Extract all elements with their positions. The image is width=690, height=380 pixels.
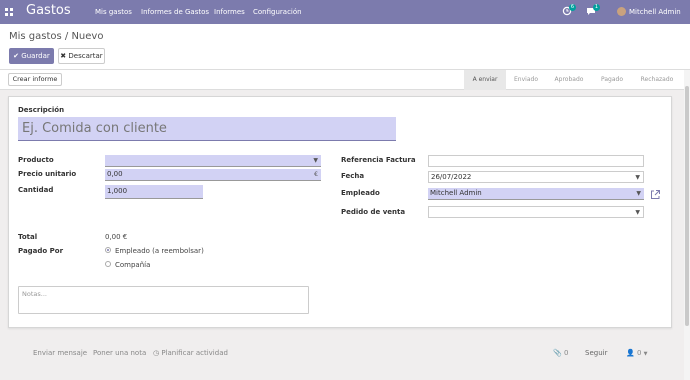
user-menu[interactable]: Mitchell Admin [629,8,681,16]
total-value: 0,00 € [105,233,128,241]
menu-my-expenses[interactable]: Mis gastos [95,8,132,16]
schedule-activity-button[interactable]: ◷ Planificar actividad [153,349,228,357]
check-icon: ✔ [13,52,20,60]
chevron-down-icon: ▼ [313,157,318,164]
quantity-input[interactable]: 1,000 [105,185,203,199]
paid-by-label: Pagado Por [18,247,64,255]
discard-button[interactable]: ✖ Descartar [58,48,105,64]
close-icon: ✖ [60,52,67,60]
save-button[interactable]: ✔ Guardar [9,48,54,64]
stage-approved: Aprobado [554,76,584,83]
employee-select[interactable]: Mitchell Admin ▼ [428,188,644,200]
radio-paid-by-company[interactable] [105,261,111,267]
messages-count-badge: 1 [592,4,600,11]
invoice-reference-input[interactable] [428,155,644,167]
save-label: Guardar [21,52,50,60]
menu-configuration[interactable]: Configuración [253,8,302,16]
date-input[interactable]: 26/07/2022 ▼ [428,171,644,183]
breadcrumb[interactable]: Mis gastos / Nuevo [9,31,103,42]
quantity-value: 1,000 [107,187,128,195]
stage-submitted: Enviado [514,76,538,83]
product-label: Producto [18,156,54,164]
user-avatar[interactable] [617,7,626,16]
followers-button[interactable]: 👤 0 ▼ [626,349,648,357]
description-input[interactable]: Ej. Comida con cliente [18,117,396,141]
apps-menu-icon[interactable] [5,8,13,16]
paid-by-company-label[interactable]: Compañía [115,261,150,269]
external-link-icon[interactable] [650,189,661,202]
schedule-activity-label: Planificar actividad [161,349,228,357]
chevron-down-icon: ▼ [635,174,640,181]
notes-placeholder: Notas... [22,290,47,298]
expense-form-sheet: Descripción Ej. Comida con cliente Produ… [8,96,672,328]
date-label: Fecha [341,172,365,180]
scrollbar-thumb[interactable] [685,86,689,326]
total-label: Total [18,233,38,241]
date-value: 26/07/2022 [431,173,472,181]
radio-paid-by-employee[interactable] [105,247,111,253]
follow-button[interactable]: Seguir [585,349,607,357]
activity-icon[interactable]: 6 [562,4,576,18]
unit-price-value: 0,00 [107,170,123,178]
employee-value: Mitchell Admin [430,189,482,197]
chevron-down-icon: ▼ [635,209,640,216]
product-select[interactable]: ▼ [105,155,321,167]
invoice-reference-label: Referencia Factura [341,156,416,164]
quantity-label: Cantidad [18,186,54,194]
unit-price-input[interactable]: 0,00 € [105,169,321,181]
activity-count-badge: 6 [568,4,576,11]
notes-textarea[interactable]: Notas... [18,286,309,314]
send-message-button[interactable]: Enviar mensaje [33,349,87,357]
messages-icon[interactable]: 1 [586,4,600,18]
stage-refused: Rechazado [640,76,674,83]
chatter-bar: Enviar mensaje Poner una nota ◷ Planific… [0,338,690,368]
clock-icon: ◷ [153,349,160,357]
employee-label: Empleado [341,189,380,197]
user-icon: 👤 [626,349,635,357]
log-note-button[interactable]: Poner una nota [93,349,146,357]
paid-by-employee-label[interactable]: Empleado (a reembolsar) [115,247,204,255]
create-report-button[interactable]: Crear informe [8,73,62,86]
scrollbar[interactable] [684,70,690,380]
sale-order-select[interactable]: ▼ [428,206,644,218]
chevron-down-icon: ▼ [636,190,641,197]
chevron-down-icon: ▼ [643,351,648,357]
menu-reporting[interactable]: Informes [214,8,245,16]
app-name[interactable]: Gastos [26,3,71,18]
attachments-count: 0 [563,349,569,357]
top-navbar: Gastos Mis gastos Informes de Gastos Inf… [0,0,690,24]
paperclip-icon: 📎 [553,349,562,357]
unit-price-label: Precio unitario [18,170,77,178]
status-bar: Crear informe A enviar Enviado Aprobado … [0,70,690,90]
sale-order-label: Pedido de venta [341,208,406,216]
control-panel: Mis gastos / Nuevo ✔ Guardar ✖ Descartar [0,24,690,70]
stage-paid: Pagado [601,76,623,83]
menu-expense-reports[interactable]: Informes de Gastos [141,8,209,16]
description-label: Descripción [18,106,65,114]
currency-symbol: € [314,171,318,178]
followers-count: 0 [636,349,642,357]
attachments-button[interactable]: 📎 0 [553,349,568,357]
description-placeholder: Ej. Comida con cliente [22,121,167,136]
stage-to-submit: A enviar [464,70,506,90]
discard-label: Descartar [68,52,103,60]
